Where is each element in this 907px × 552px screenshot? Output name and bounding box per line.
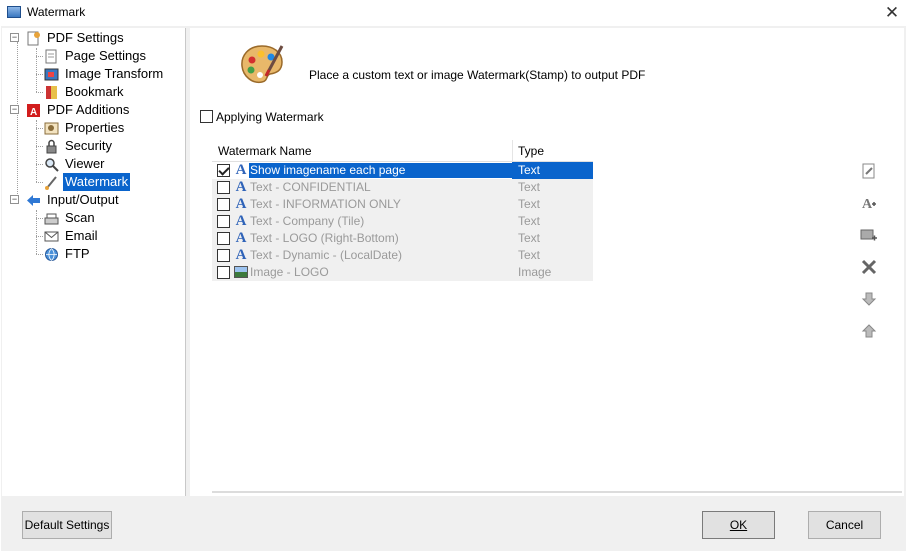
checkbox[interactable]	[200, 110, 213, 123]
row-checkbox[interactable]	[217, 198, 230, 211]
title-bar: Watermark ✕	[0, 0, 907, 26]
watermark-name: Text - CONFIDENTIAL	[250, 180, 371, 194]
watermark-panel: Place a custom text or image Watermark(S…	[190, 28, 904, 496]
delete-icon[interactable]	[856, 256, 882, 278]
tree-item-label: Scan	[65, 210, 95, 225]
arrow-left-icon	[26, 193, 41, 208]
text-watermark-icon: A	[235, 247, 247, 263]
tree-item-label: Input/Output	[47, 192, 119, 207]
watermark-name: Text - Company (Tile)	[250, 214, 365, 228]
svg-text:A: A	[30, 107, 37, 118]
watermark-name: Image - LOGO	[250, 265, 329, 279]
text-watermark-icon: A	[235, 213, 247, 229]
add-image-icon[interactable]	[856, 224, 882, 246]
table-row[interactable]: A Text - CONFIDENTIAL Text	[212, 179, 593, 196]
table-row[interactable]: Image - LOGO Image	[212, 264, 593, 281]
image-transform-icon	[44, 67, 59, 82]
scanner-icon	[44, 211, 59, 226]
tree-item-label: Viewer	[65, 156, 105, 171]
default-settings-label: Default Settings	[24, 518, 110, 532]
watermark-type: Text	[518, 163, 541, 177]
ftp-icon	[44, 247, 59, 262]
svg-text:A: A	[862, 197, 873, 211]
default-settings-button[interactable]: Default Settings	[22, 511, 112, 539]
move-up-icon[interactable]	[856, 320, 882, 342]
pdf-icon: A	[26, 103, 41, 118]
header-description: Place a custom text or image Watermark(S…	[309, 68, 646, 82]
tree-item-label: Page Settings	[65, 48, 146, 63]
add-text-icon[interactable]: A	[856, 192, 882, 214]
brush-icon	[44, 175, 59, 190]
tree-item-label: PDF Settings	[47, 30, 124, 45]
document-gear-icon	[26, 31, 41, 46]
text-watermark-icon: A	[235, 162, 247, 178]
tree-item-label: Properties	[65, 120, 125, 135]
watermark-name: Text - INFORMATION ONLY	[250, 197, 401, 211]
panel-bottom-border	[212, 491, 902, 493]
close-icon[interactable]: ✕	[877, 0, 907, 26]
watermark-type: Text	[518, 197, 541, 211]
page-settings-icon	[44, 49, 59, 64]
text-watermark-icon: A	[235, 196, 247, 212]
table-row[interactable]: A Text - INFORMATION ONLY Text	[212, 196, 593, 213]
ok-label: OK	[729, 518, 748, 532]
cancel-label: Cancel	[825, 518, 864, 532]
row-checkbox[interactable]	[217, 215, 230, 228]
collapse-pdf-additions-icon[interactable]: −	[10, 105, 19, 114]
column-header-type[interactable]: Type	[518, 144, 544, 158]
watermark-type: Text	[518, 248, 541, 262]
applying-watermark-label: Applying Watermark	[216, 110, 324, 124]
window-title: Watermark	[27, 5, 86, 19]
watermark-type: Text	[518, 180, 541, 194]
text-watermark-icon: A	[235, 230, 247, 246]
watermark-type: Text	[518, 231, 541, 245]
email-icon	[44, 229, 59, 244]
collapse-pdf-settings-icon[interactable]: −	[10, 33, 19, 42]
tree-item-label: PDF Additions	[47, 102, 130, 117]
tree-item-label: Security	[65, 138, 112, 153]
table-row[interactable]: A Text - Dynamic - (LocalDate) Text	[212, 247, 593, 264]
ok-button[interactable]: OK	[702, 511, 775, 539]
tree-item-label: Email	[65, 228, 98, 243]
properties-icon	[44, 121, 59, 136]
table-row[interactable]: A Show imagename each page Text	[212, 162, 593, 179]
watermark-type: Image	[518, 265, 552, 279]
image-watermark-icon	[234, 266, 248, 278]
row-checkbox[interactable]	[217, 232, 230, 245]
settings-tree[interactable]: − PDF Settings Page Settings Image Trans…	[2, 28, 186, 496]
table-row[interactable]: A Text - Company (Tile) Text	[212, 213, 593, 230]
palette-icon	[238, 40, 286, 88]
row-checkbox[interactable]	[217, 181, 230, 194]
row-checkbox[interactable]	[217, 249, 230, 262]
watermark-type: Text	[518, 214, 541, 228]
row-checkbox[interactable]	[217, 164, 230, 177]
tree-item-label: FTP	[65, 246, 90, 261]
move-down-icon[interactable]	[856, 288, 882, 310]
watermark-name: Text - LOGO (Right-Bottom)	[250, 231, 399, 245]
tree-item-label: Image Transform	[65, 66, 164, 81]
lock-icon	[44, 139, 59, 154]
tree-item-label: Watermark	[61, 172, 132, 192]
collapse-input-output-icon[interactable]: −	[10, 195, 19, 204]
app-icon	[7, 6, 21, 18]
magnifier-icon	[44, 157, 59, 172]
list-header: Watermark Name Type	[212, 140, 593, 162]
table-row[interactable]: A Text - LOGO (Right-Bottom) Text	[212, 230, 593, 247]
cancel-button[interactable]: Cancel	[808, 511, 881, 539]
column-header-name[interactable]: Watermark Name	[218, 144, 312, 158]
row-checkbox[interactable]	[217, 266, 230, 279]
watermark-name: Text - Dynamic - (LocalDate)	[250, 248, 403, 262]
text-watermark-icon: A	[235, 179, 247, 195]
tree-item-label: Bookmark	[65, 84, 124, 99]
bookmark-icon	[44, 85, 59, 100]
edit-icon[interactable]	[856, 160, 882, 182]
watermark-name: Show imagename each page	[249, 163, 512, 178]
watermark-list[interactable]: Watermark Name Type A Show imagename each…	[212, 140, 593, 281]
